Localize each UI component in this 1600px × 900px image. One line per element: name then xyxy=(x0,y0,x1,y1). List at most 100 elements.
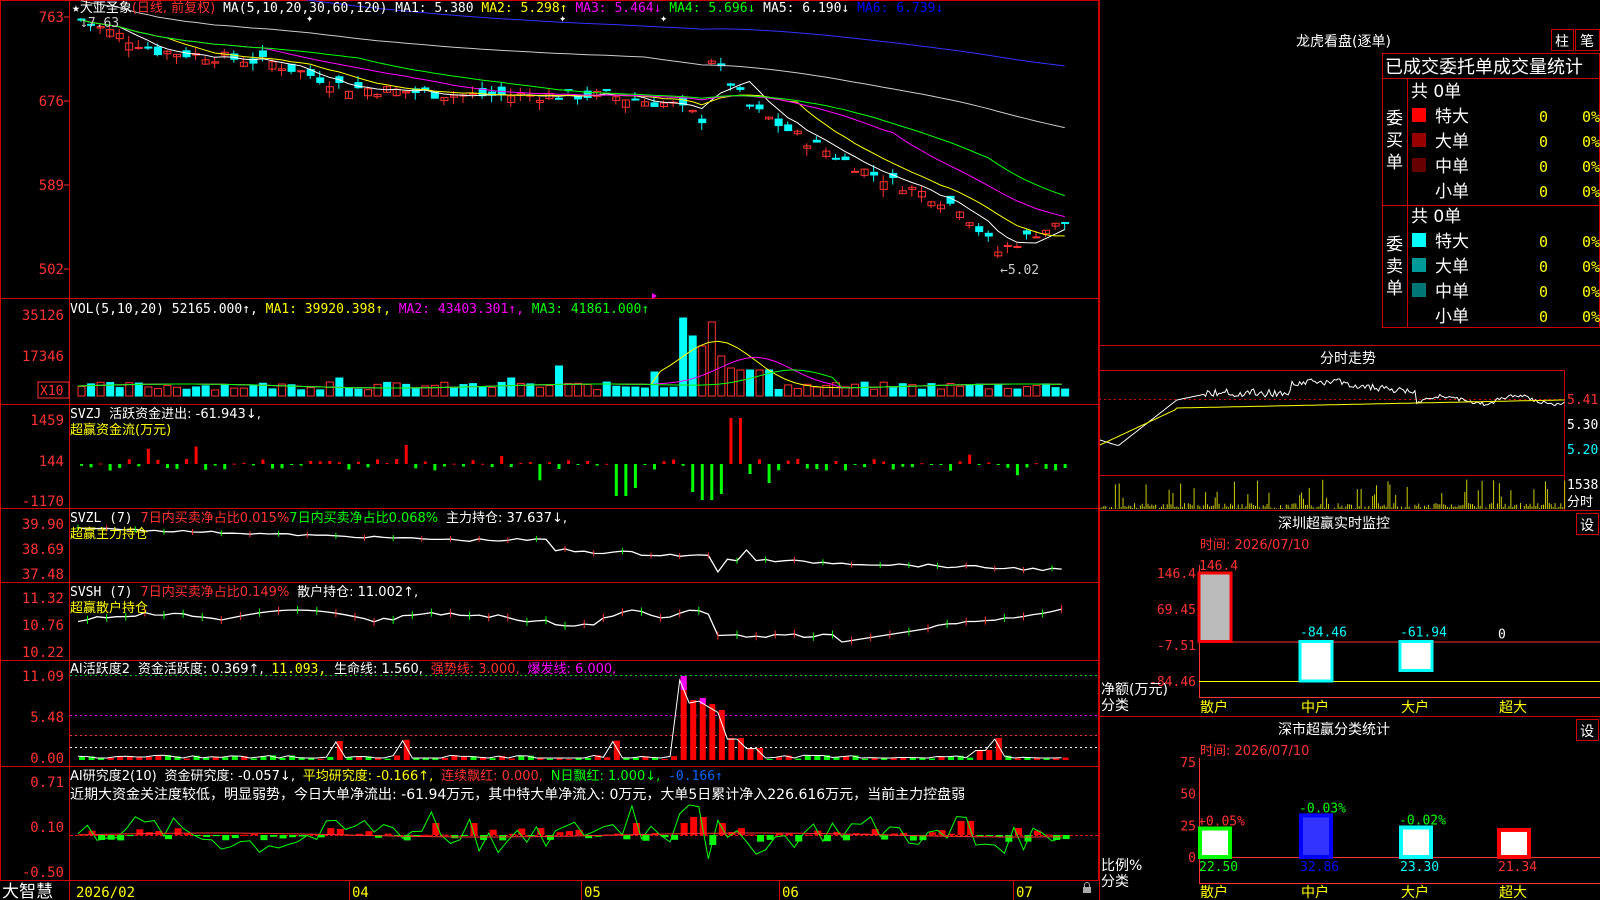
candle[interactable] xyxy=(258,50,267,57)
vol-bar xyxy=(306,387,315,397)
ai-bar xyxy=(967,757,974,760)
candle[interactable] xyxy=(631,98,640,101)
svzj-bar xyxy=(1063,464,1067,469)
candle[interactable] xyxy=(984,232,993,237)
buy-count: 0 xyxy=(1539,158,1548,176)
szc-ytick: 75 xyxy=(1180,756,1196,771)
candle[interactable] xyxy=(602,89,611,92)
sz-class-title: 深市超赢分类统计 xyxy=(1278,721,1390,738)
sz-class-settings-button[interactable]: 设 xyxy=(1576,719,1599,741)
research-bar xyxy=(957,821,965,835)
svzj-bar xyxy=(471,460,475,464)
svzj-bar xyxy=(614,464,618,496)
svzj-bar xyxy=(557,464,561,469)
candle[interactable] xyxy=(698,118,707,124)
candle[interactable] xyxy=(316,77,325,83)
svzj-bar xyxy=(395,458,399,464)
svzj-bar xyxy=(939,464,943,465)
ai-bar xyxy=(384,758,391,760)
svg-text:17346: 17346 xyxy=(22,349,64,365)
candle[interactable] xyxy=(784,124,793,132)
research-bars[interactable] xyxy=(70,804,1098,859)
svzl-line[interactable] xyxy=(77,524,1062,574)
svg-text:设: 设 xyxy=(1580,724,1594,740)
candle[interactable] xyxy=(650,102,659,107)
candle[interactable] xyxy=(870,171,879,176)
ai-activity-bars[interactable] xyxy=(70,675,1098,761)
vol-bar xyxy=(535,386,544,397)
buy-swatch xyxy=(1412,108,1426,122)
tab-column[interactable]: 柱 xyxy=(1551,29,1574,51)
research-bar xyxy=(107,835,115,840)
ai-bar xyxy=(928,758,935,760)
sell-swatch xyxy=(1412,233,1426,247)
svzj-bar xyxy=(738,418,742,464)
price-candles[interactable] xyxy=(77,0,1070,258)
research-bar xyxy=(499,835,507,841)
candle[interactable] xyxy=(134,46,143,49)
intraday-avg-line xyxy=(1099,399,1565,446)
svsh-line[interactable] xyxy=(77,605,1063,645)
szc-change-label: -0.02% xyxy=(1399,813,1446,828)
svzj-bar xyxy=(901,464,905,467)
svzj-bar xyxy=(290,464,294,465)
intraday-chart[interactable] xyxy=(1099,378,1566,509)
sell-row-3: 小单 0 0% xyxy=(1412,307,1600,327)
candle[interactable] xyxy=(755,104,764,110)
candle[interactable] xyxy=(1061,222,1070,225)
candle[interactable] xyxy=(287,63,296,72)
candle[interactable] xyxy=(153,46,162,56)
volume-bars[interactable] xyxy=(77,317,1070,397)
candle[interactable] xyxy=(144,46,153,49)
svzj-bars[interactable] xyxy=(80,418,1067,500)
candle[interactable] xyxy=(726,83,735,86)
svzj-bar xyxy=(433,464,437,471)
svzj-bar xyxy=(767,464,771,484)
candle[interactable] xyxy=(1013,246,1022,249)
svzj-axis: 1459 144 -1170 xyxy=(22,413,64,510)
svzj-bar xyxy=(385,462,389,464)
sz-monitor-settings-button[interactable]: 设 xyxy=(1576,513,1599,535)
szm-value-label: 0 xyxy=(1498,627,1506,642)
candle[interactable] xyxy=(1022,230,1031,235)
svg-text:0.00: 0.00 xyxy=(30,751,64,767)
candle[interactable] xyxy=(841,156,850,161)
candle[interactable] xyxy=(774,118,783,127)
sell-pct: 0% xyxy=(1582,233,1600,251)
sell-label: 委卖单 xyxy=(1386,235,1403,299)
svg-text:1538: 1538 xyxy=(1567,478,1598,493)
vol-bar xyxy=(77,386,86,397)
stock-chart-window[interactable]: 763 676 589 502 35126 17346 X10 1459 144… xyxy=(0,0,1600,900)
ai-bar xyxy=(986,750,993,760)
svzj-bar xyxy=(882,461,886,464)
svzj-bar xyxy=(271,464,274,469)
ai-bar xyxy=(661,758,668,760)
research-bar xyxy=(508,833,516,835)
ma-item-3: MA3: 5.464↓ xyxy=(568,1,662,16)
research-bar xyxy=(260,835,268,841)
vol-ma1 xyxy=(77,340,1062,389)
vol-bar xyxy=(1013,388,1022,397)
buy-pct: 0% xyxy=(1582,133,1600,151)
svzj-bar xyxy=(356,461,360,464)
svg-text:✦: ✦ xyxy=(559,11,566,25)
vol-bar xyxy=(612,385,621,397)
vol-bar xyxy=(344,387,353,397)
candle[interactable] xyxy=(812,139,821,143)
candle[interactable] xyxy=(975,226,984,233)
vol-bar xyxy=(469,383,478,397)
tab-stroke[interactable]: 笔 xyxy=(1575,29,1600,51)
candle[interactable] xyxy=(736,87,745,90)
ai-bar xyxy=(394,755,401,760)
candle[interactable] xyxy=(297,70,306,73)
candle[interactable] xyxy=(555,97,563,100)
candle[interactable] xyxy=(1032,236,1041,239)
svzj-bar xyxy=(996,464,1000,465)
candle[interactable] xyxy=(831,157,840,160)
ai-bar xyxy=(327,756,334,760)
candle[interactable] xyxy=(746,104,754,107)
candle[interactable] xyxy=(851,170,860,173)
candle[interactable] xyxy=(574,95,583,100)
buy-name: 特大 xyxy=(1435,107,1469,127)
vol-bar xyxy=(268,388,277,397)
